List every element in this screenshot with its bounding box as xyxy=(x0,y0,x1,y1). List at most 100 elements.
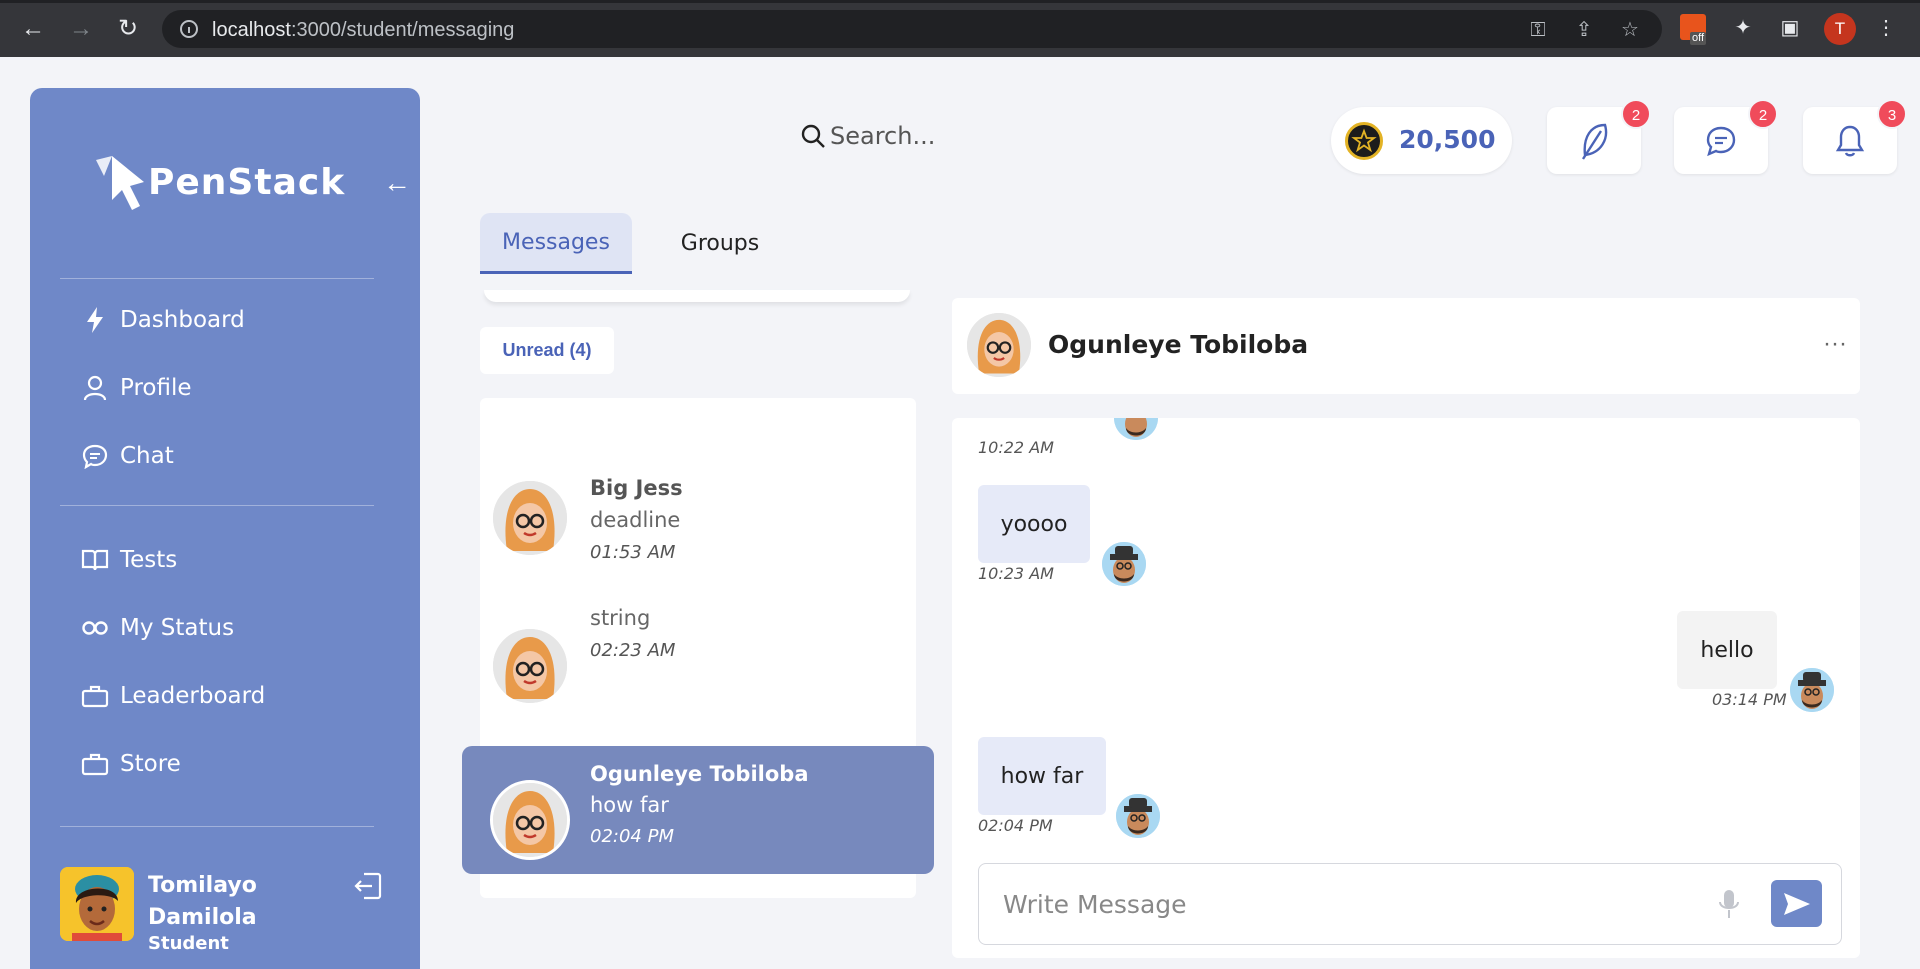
sidebar-item-label: Leaderboard xyxy=(120,683,266,709)
tab-groups[interactable]: Groups xyxy=(660,213,780,274)
conversation-last-message: deadline xyxy=(590,508,681,532)
message-bubble-mine: hello xyxy=(1677,611,1777,689)
sidebar-item-my-status[interactable]: My Status xyxy=(80,606,380,650)
message-composer[interactable]: Write Message xyxy=(978,863,1842,945)
sidebar-item-dashboard[interactable]: Dashboard xyxy=(80,298,380,342)
sidebar-divider xyxy=(60,278,374,279)
sidebar-divider xyxy=(60,826,374,827)
coin-balance[interactable]: 20,500 xyxy=(1331,107,1512,174)
sidebar-item-label: Profile xyxy=(120,375,192,401)
microphone-icon[interactable] xyxy=(1717,888,1741,920)
conversation-item[interactable]: Big Jess deadline 01:53 AM xyxy=(480,442,916,570)
search-input[interactable]: Search... xyxy=(830,122,935,150)
contact-avatar xyxy=(490,478,570,558)
sidebar-item-label: Store xyxy=(120,751,181,777)
conversation-list: Big Jess deadline 01:53 AM string 02:23 … xyxy=(462,398,934,898)
sender-avatar xyxy=(1114,418,1158,440)
conversation-name: Ogunleye Tobiloba xyxy=(590,762,809,786)
browser-toolbar: ← → ↻ localhost:3000/student/messaging ⚿… xyxy=(0,0,1920,57)
address-bar[interactable]: localhost:3000/student/messaging ⚿ ⇪ ☆ xyxy=(162,10,1662,48)
sidebar-item-label: My Status xyxy=(120,615,235,641)
conversation-name: Big Jess xyxy=(590,476,683,500)
menu-kebab-icon[interactable]: ⋮ xyxy=(1872,14,1900,42)
conversation-search-box[interactable] xyxy=(484,290,910,302)
brand-name: PenStack xyxy=(148,162,346,203)
feather-icon xyxy=(1581,123,1608,160)
sidebar: PenStack ← Dashboard Profile Chat Tests … xyxy=(30,88,420,969)
site-info-icon[interactable] xyxy=(180,20,198,38)
sidebar-item-tests[interactable]: Tests xyxy=(80,538,380,582)
logout-icon[interactable] xyxy=(352,870,384,902)
briefcase-icon xyxy=(80,681,110,711)
conversation-time: 02:23 AM xyxy=(590,640,676,661)
search-icon xyxy=(801,124,825,148)
message-bubble: yoooo xyxy=(978,485,1090,563)
user-full-name: Tomilayo Damilola xyxy=(148,870,308,934)
more-options-icon[interactable]: ··· xyxy=(1820,332,1850,356)
chat-icon xyxy=(80,441,110,471)
sidebar-item-label: Dashboard xyxy=(120,307,245,333)
conversation-last-message: string xyxy=(590,606,651,630)
message-input[interactable]: Write Message xyxy=(1003,890,1187,919)
conversation-last-message: how far xyxy=(590,793,669,817)
message-time: 10:22 AM xyxy=(978,438,1054,457)
coin-amount: 20,500 xyxy=(1399,125,1496,154)
extensions-puzzle-icon[interactable]: ✦ xyxy=(1729,14,1757,42)
sender-avatar xyxy=(1116,794,1160,838)
chat-header: Ogunleye Tobiloba ··· xyxy=(952,298,1860,394)
reload-icon[interactable]: ↻ xyxy=(113,14,143,44)
extension-icon[interactable]: off xyxy=(1680,14,1707,45)
sidebar-item-profile[interactable]: Profile xyxy=(80,366,380,410)
user-last-name: Damilola xyxy=(148,905,257,930)
user-avatar[interactable] xyxy=(60,867,134,941)
user-icon xyxy=(80,373,110,403)
messages-button[interactable]: 2 xyxy=(1674,99,1778,174)
infinity-icon xyxy=(80,613,110,643)
message-bubble: how far xyxy=(978,737,1106,815)
bookmark-star-icon[interactable]: ☆ xyxy=(1618,18,1642,42)
unread-filter-chip[interactable]: Unread (4) xyxy=(480,327,614,374)
coin-star-icon xyxy=(1345,122,1383,160)
send-icon xyxy=(1783,892,1810,915)
feather-button[interactable]: 2 xyxy=(1547,99,1651,174)
sidebar-item-label: Chat xyxy=(120,443,174,469)
message-thread: 10:22 AM yoooo 10:23 AM hello 03:14 PM h… xyxy=(952,418,1860,958)
message-bubble-icon xyxy=(1706,126,1736,156)
message-time: 02:04 PM xyxy=(978,816,1053,835)
chat-contact-avatar[interactable] xyxy=(964,310,1034,380)
sidebar-item-leaderboard[interactable]: Leaderboard xyxy=(80,674,380,718)
share-icon[interactable]: ⇪ xyxy=(1572,18,1596,42)
bell-icon xyxy=(1835,125,1865,156)
url-text: localhost:3000/student/messaging xyxy=(212,19,515,41)
bolt-icon xyxy=(80,305,110,335)
profile-avatar[interactable]: T xyxy=(1824,13,1856,45)
side-panel-icon[interactable]: ▣ xyxy=(1776,14,1804,42)
key-icon[interactable]: ⚿ xyxy=(1526,18,1550,42)
messages-badge: 2 xyxy=(1748,99,1778,129)
conversation-item[interactable]: string 02:23 AM xyxy=(480,592,916,720)
chat-contact-name: Ogunleye Tobiloba xyxy=(1048,330,1309,359)
tab-messages[interactable]: Messages xyxy=(480,213,632,274)
collapse-sidebar-icon[interactable]: ← xyxy=(382,168,412,198)
search-bar[interactable]: Search... xyxy=(800,122,935,150)
extension-badge: off xyxy=(1690,32,1707,45)
briefcase-icon xyxy=(80,749,110,779)
notifications-badge: 3 xyxy=(1877,99,1907,129)
conversation-time: 01:53 AM xyxy=(590,542,676,563)
message-time: 10:23 AM xyxy=(978,564,1054,583)
back-icon[interactable]: ← xyxy=(18,14,48,44)
user-role: Student xyxy=(148,933,229,954)
conversation-time: 02:04 PM xyxy=(590,826,674,847)
sender-avatar xyxy=(1790,668,1834,712)
sidebar-item-chat[interactable]: Chat xyxy=(80,434,380,478)
conversation-item-active[interactable]: Ogunleye Tobiloba how far 02:04 PM xyxy=(462,746,934,874)
tab-strip xyxy=(0,0,1920,3)
sidebar-item-label: Tests xyxy=(120,547,178,573)
feather-badge: 2 xyxy=(1621,99,1651,129)
forward-icon[interactable]: → xyxy=(66,14,96,44)
sidebar-divider xyxy=(60,505,374,506)
notifications-button[interactable]: 3 xyxy=(1803,99,1907,174)
sender-avatar xyxy=(1102,542,1146,586)
send-button[interactable] xyxy=(1771,880,1822,927)
sidebar-item-store[interactable]: Store xyxy=(80,742,380,786)
